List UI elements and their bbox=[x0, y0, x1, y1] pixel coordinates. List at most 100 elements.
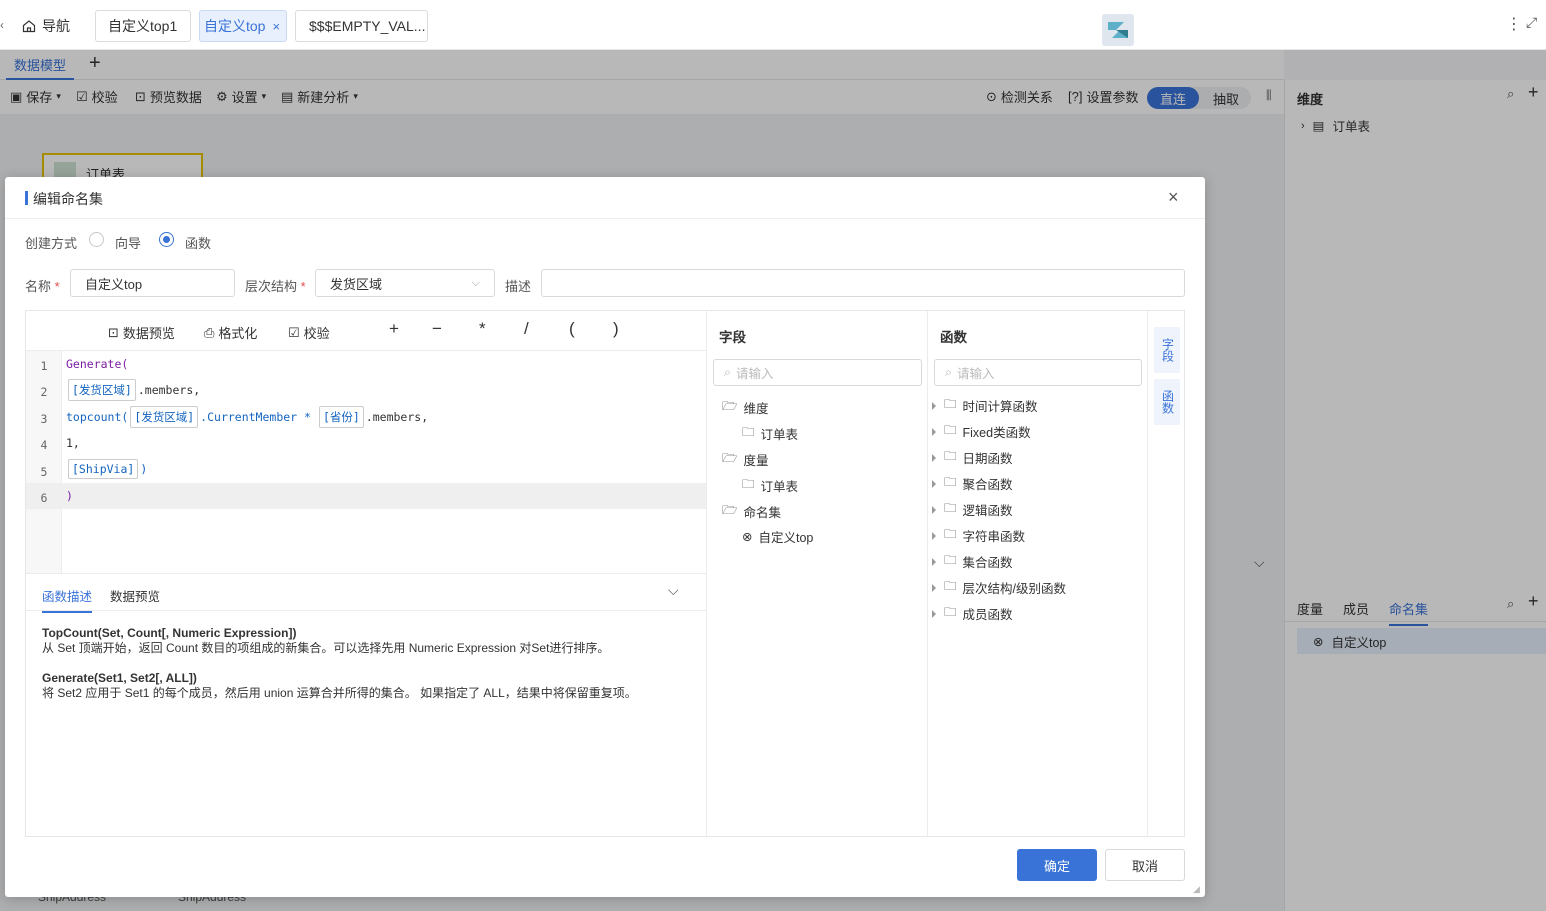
folder-icon: 🗀 bbox=[944, 527, 957, 541]
tree-label: 集合函数 bbox=[962, 556, 1013, 570]
resize-handle-icon[interactable]: ◢ bbox=[1193, 884, 1200, 895]
radio-wizard[interactable] bbox=[89, 232, 104, 247]
format-button[interactable]: ⎙ 格式化 bbox=[204, 323, 257, 342]
search-placeholder: 请输入 bbox=[736, 367, 774, 381]
func-category[interactable]: 🗀 成员函数 bbox=[932, 603, 1013, 624]
tree-label: 订单表 bbox=[760, 428, 799, 442]
tree-label: 订单表 bbox=[760, 480, 799, 494]
expand-icon[interactable]: ⤢ bbox=[1526, 14, 1537, 31]
check-label: 校验 bbox=[303, 326, 330, 341]
tree-label: 字符串函数 bbox=[962, 530, 1026, 544]
nav-label: 导航 bbox=[42, 18, 70, 34]
hierarchy-select[interactable]: 发货区域 ⌵ bbox=[315, 269, 495, 297]
ok-button[interactable]: 确定 bbox=[1017, 849, 1097, 881]
folder-open-icon: 🗁 bbox=[722, 451, 738, 465]
code-token[interactable]: [发货区域] bbox=[68, 379, 136, 401]
format-label: 格式化 bbox=[218, 326, 258, 341]
cancel-button[interactable]: 取消 bbox=[1105, 849, 1185, 881]
fields-search-input[interactable]: ⌕ 请输入 bbox=[713, 359, 922, 386]
title-accent bbox=[25, 191, 28, 205]
tab-func-desc[interactable]: 函数描述 bbox=[42, 586, 93, 613]
tree-item-measure-table[interactable]: 🗀 订单表 bbox=[742, 475, 798, 496]
top-bar: ‹ 导航 自定义top1 自定义top × $$$EMPTY_VAL... ⋮ … bbox=[0, 0, 1546, 50]
tab-data-preview[interactable]: 数据预览 bbox=[110, 586, 160, 605]
side-tab-functions[interactable]: 函数 bbox=[1154, 379, 1180, 425]
check-button[interactable]: ☑ 校验 bbox=[288, 323, 330, 342]
functions-panel: 函数 ⌕ 请输入 🗀 时间计算函数 🗀 Fixed类函数 🗀 日期函数 🗀 聚合函数 🗀 逻… bbox=[927, 311, 1147, 836]
code-text: topcount( bbox=[66, 410, 129, 424]
line-number: 1 bbox=[40, 359, 48, 373]
desc-tabbar: 函数描述 数据预览 ⌵ bbox=[26, 573, 706, 613]
line-number: 6 bbox=[40, 491, 48, 505]
home-icon bbox=[22, 20, 36, 33]
caret-right-icon bbox=[932, 453, 936, 462]
tree-folder-named-set[interactable]: 🗁 命名集 bbox=[722, 501, 781, 522]
side-tabs: 字段 函数 bbox=[1147, 311, 1184, 836]
format-icon: ⎙ bbox=[204, 324, 215, 340]
func-category[interactable]: 🗀 日期函数 bbox=[932, 447, 1013, 468]
func-category[interactable]: 🗀 时间计算函数 bbox=[932, 395, 1038, 416]
data-preview-button[interactable]: ⊡ 数据预览 bbox=[108, 323, 175, 342]
name-input[interactable]: 自定义top bbox=[70, 269, 235, 297]
line-number: 4 bbox=[40, 438, 48, 452]
close-icon[interactable]: × bbox=[272, 19, 280, 34]
tree-item-named-set[interactable]: ⊗ 自定义top bbox=[742, 527, 813, 546]
tree-folder-dimension[interactable]: 🗁 维度 bbox=[722, 397, 769, 418]
link-icon: ⊗ bbox=[742, 530, 753, 544]
folder-icon: 🗀 bbox=[944, 553, 957, 567]
tree-label: 命名集 bbox=[743, 506, 782, 520]
line-number: 2 bbox=[40, 385, 48, 399]
preview-icon: ⊡ bbox=[108, 324, 119, 340]
func-category[interactable]: 🗀 字符串函数 bbox=[932, 525, 1025, 546]
op-multiply-button[interactable]: * bbox=[479, 319, 486, 339]
fields-title: 字段 bbox=[719, 330, 746, 345]
code-token[interactable]: [发货区域] bbox=[130, 406, 199, 428]
op-plus-button[interactable]: + bbox=[389, 319, 399, 339]
nav-home[interactable]: 导航 bbox=[22, 16, 70, 36]
chevron-left-icon[interactable]: ‹ bbox=[0, 18, 4, 32]
code-token[interactable]: [ShipVia] bbox=[68, 459, 139, 479]
required-mark: * bbox=[54, 279, 60, 294]
chevron-down-icon[interactable]: ⌵ bbox=[668, 582, 679, 599]
func-category[interactable]: 🗀 聚合函数 bbox=[932, 473, 1013, 494]
folder-icon: 🗀 bbox=[944, 423, 957, 437]
folder-open-icon: 🗁 bbox=[722, 503, 738, 517]
op-rparen-button[interactable]: ) bbox=[613, 319, 619, 339]
radio-function[interactable] bbox=[159, 232, 174, 247]
code-editor[interactable]: 1 2 3 4 5 6 Generate( [发货区域] .members, to… bbox=[26, 351, 706, 573]
op-minus-button[interactable]: − bbox=[432, 319, 442, 339]
tab-custom-top1[interactable]: 自定义top1 bbox=[95, 10, 191, 42]
active-line bbox=[26, 483, 706, 509]
close-icon[interactable]: × bbox=[1168, 187, 1179, 208]
more-vertical-icon[interactable]: ⋮ bbox=[1506, 14, 1522, 34]
op-divide-button[interactable]: / bbox=[524, 319, 529, 339]
side-tab-fields[interactable]: 字段 bbox=[1154, 327, 1180, 373]
tree-label: 成员函数 bbox=[962, 608, 1013, 622]
edit-named-set-dialog: 编辑命名集 × 创建方式 向导 函数 名称 * 自定义top 层次结构 * 发货… bbox=[5, 177, 1205, 897]
func-category[interactable]: 🗀 Fixed类函数 bbox=[932, 421, 1031, 442]
search-icon: ⌕ bbox=[945, 365, 953, 379]
functions-title: 函数 bbox=[940, 330, 967, 345]
tree-item-dim-table[interactable]: 🗀 订单表 bbox=[742, 423, 798, 444]
caret-right-icon bbox=[932, 479, 936, 488]
tree-folder-measure[interactable]: 🗁 度量 bbox=[722, 449, 769, 470]
app-logo-icon bbox=[1102, 14, 1134, 46]
required-mark: * bbox=[300, 279, 306, 294]
code-text: Generate( bbox=[66, 357, 129, 371]
func-category[interactable]: 🗀 层次结构/级别函数 bbox=[932, 577, 1066, 598]
folder-icon: 🗀 bbox=[944, 397, 957, 411]
desc-input[interactable] bbox=[541, 269, 1185, 297]
folder-icon: 🗀 bbox=[944, 579, 957, 593]
func-category[interactable]: 🗀 逻辑函数 bbox=[932, 499, 1013, 520]
check-icon: ☑ bbox=[288, 324, 300, 340]
functions-search-input[interactable]: ⌕ 请输入 bbox=[934, 359, 1142, 386]
tab-custom-top[interactable]: 自定义top × bbox=[199, 10, 287, 42]
tab-empty-val[interactable]: $$$EMPTY_VAL... bbox=[295, 10, 428, 42]
code-token[interactable]: [省份] bbox=[318, 406, 364, 428]
code-text: 1, bbox=[66, 436, 80, 450]
op-lparen-button[interactable]: ( bbox=[569, 319, 575, 339]
code-text: .members, bbox=[365, 410, 429, 424]
radio-wizard-label: 向导 bbox=[115, 236, 142, 251]
func-category[interactable]: 🗀 集合函数 bbox=[932, 551, 1013, 572]
search-icon: ⌕ bbox=[724, 365, 732, 379]
